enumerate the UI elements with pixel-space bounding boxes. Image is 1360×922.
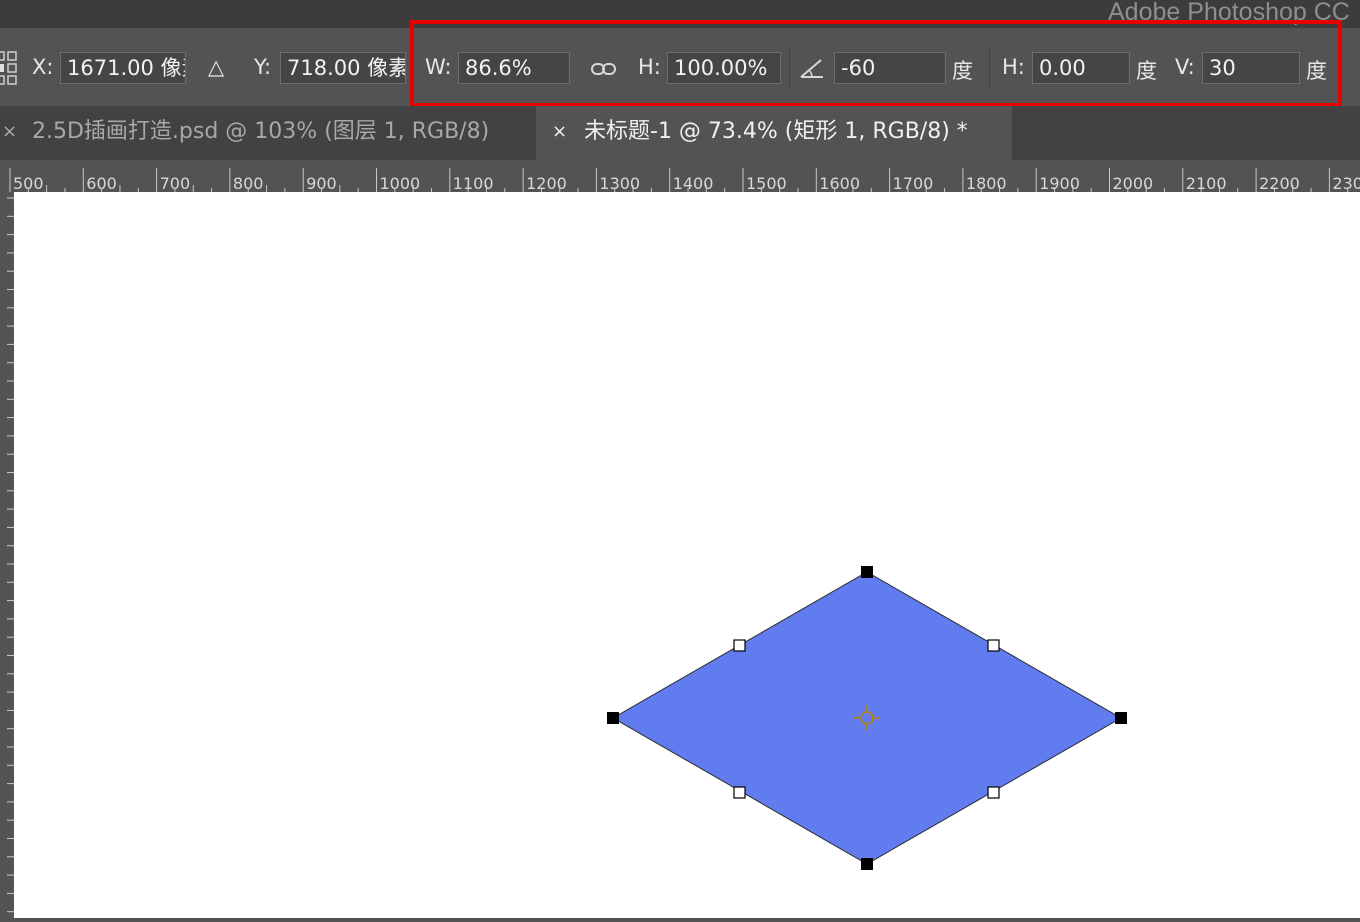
width-input[interactable]: 86.6% (458, 52, 570, 84)
separator (989, 46, 990, 90)
x-position-input[interactable]: 1671.00 像素 (60, 52, 186, 84)
handle-right[interactable] (1115, 712, 1127, 724)
ruler-tick-label: 800 (233, 174, 264, 192)
ruler-tick-label: 1400 (673, 174, 714, 192)
width-label: W: (425, 55, 452, 79)
height-input[interactable]: 100.00% (667, 52, 781, 84)
ruler-tick-label: 1500 (746, 174, 787, 192)
skew-vertical-input[interactable]: 30 (1202, 52, 1300, 84)
link-icon[interactable] (591, 60, 617, 78)
tab-label: 2.5D插画打造.psd @ 103% (图层 1, RGB/8) (32, 119, 490, 144)
rotate-angle-icon (800, 59, 823, 78)
tab-document-2-5d[interactable]: × 2.5D插画打造.psd @ 103% (图层 1, RGB/8) (0, 106, 536, 160)
handle-top[interactable] (861, 566, 873, 578)
handle-bottom-left[interactable] (733, 786, 746, 799)
skew-v-unit: 度 (1306, 59, 1327, 83)
handle-top-right[interactable] (987, 639, 1000, 652)
skew-h-label: H: (1002, 55, 1025, 79)
y-label: Y: (254, 55, 272, 79)
handle-bottom[interactable] (861, 858, 873, 870)
rotation-input[interactable]: -60 (834, 52, 946, 84)
tab-close-button[interactable]: × (552, 106, 567, 158)
document-canvas[interactable] (14, 192, 1360, 918)
handle-bottom-right[interactable] (987, 786, 1000, 799)
tab-label: 未标题-1 @ 73.4% (矩形 1, RGB/8) * (584, 119, 968, 144)
ruler-ticks: 500 600 700 800 900 1000 1100 1200 1300 1400 1500 1… (9, 168, 1360, 192)
ruler-tick-label: 230 (1332, 174, 1360, 192)
ruler-tick-label: 1700 (893, 174, 934, 192)
tab-document-untitled[interactable]: × 未标题-1 @ 73.4% (矩形 1, RGB/8) * (536, 106, 1012, 160)
ruler-tick-label: 900 (306, 174, 337, 192)
document-tab-bar: × 2.5D插画打造.psd @ 103% (图层 1, RGB/8) × 未标… (0, 106, 1360, 160)
ruler-tick-label: 1900 (1039, 174, 1080, 192)
ruler-tick-label: 700 (160, 174, 191, 192)
reference-point-icon[interactable] (0, 50, 20, 90)
ruler-tick-label: 1200 (526, 174, 567, 192)
ruler-tick-label: 1600 (819, 174, 860, 192)
height-label: H: (638, 55, 661, 79)
ruler-tick-label: 1100 (453, 174, 494, 192)
ruler-tick-label: 1000 (380, 174, 421, 192)
title-bar: Adobe Photoshop CC (0, 0, 1360, 28)
handle-top-left[interactable] (733, 639, 746, 652)
separator (789, 46, 790, 90)
ruler-tick-label: 500 (13, 174, 44, 192)
handle-left[interactable] (607, 712, 619, 724)
ruler-tick-label: 2000 (1113, 174, 1154, 192)
rhombus-shape[interactable] (611, 571, 1123, 865)
skew-horizontal-input[interactable]: 0.00 (1032, 52, 1130, 84)
ruler-tick-label: 1300 (599, 174, 640, 192)
vertical-ruler[interactable] (0, 192, 14, 918)
app-title: Adobe Photoshop CC (1108, 0, 1350, 26)
relative-position-icon[interactable]: △ (208, 55, 224, 79)
y-position-input[interactable]: 718.00 像素 (280, 52, 406, 84)
separator (413, 46, 414, 90)
horizontal-ruler[interactable]: 500 600 700 800 900 1000 1100 1200 1300 1400 1500 1… (0, 160, 1360, 192)
ruler-tick-label: 2200 (1259, 174, 1300, 192)
tab-close-button[interactable]: × (2, 106, 17, 158)
ruler-ticks (7, 197, 14, 913)
skew-v-label: V: (1175, 55, 1195, 79)
ruler-tick-label: 2100 (1186, 174, 1227, 192)
ruler-tick-label: 1800 (966, 174, 1007, 192)
ruler-tick-label: 600 (86, 174, 117, 192)
skew-h-unit: 度 (1136, 59, 1157, 83)
rotation-unit: 度 (952, 59, 973, 83)
x-label: X: (32, 55, 54, 79)
